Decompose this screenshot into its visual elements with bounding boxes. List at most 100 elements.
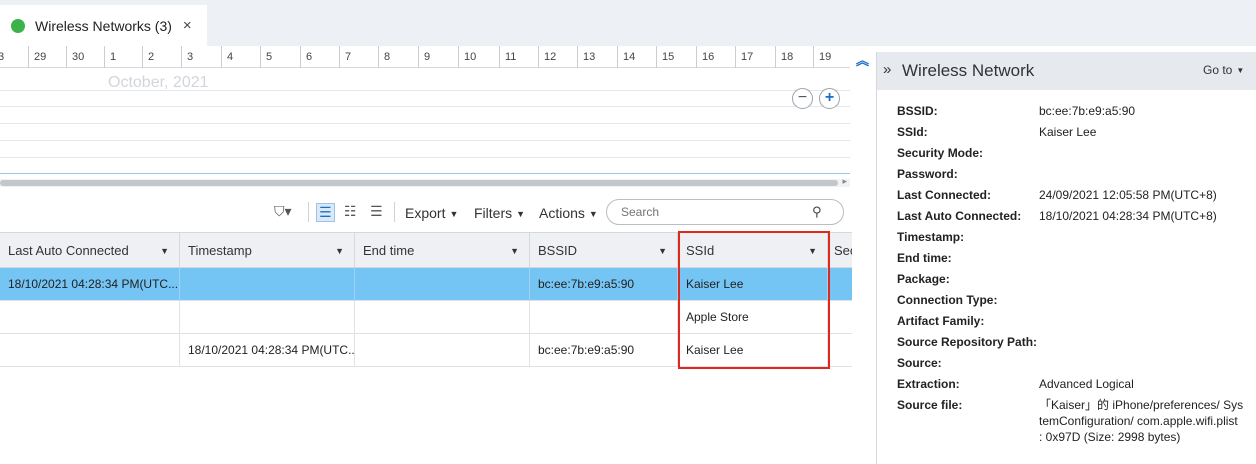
timeline-day-tick: 18 (775, 46, 793, 68)
property-label: Password: (897, 167, 958, 181)
caret-down-icon: ▼ (516, 209, 526, 220)
grid-toolbar: ⛉▾ ☰ ☷ ☰ Export▼ Filters▼ Actions▼ ⚲ (0, 196, 850, 230)
property-value (1039, 353, 1244, 374)
cell-ssid: Kaiser Lee (678, 268, 828, 301)
property-row: Source: (877, 353, 1256, 374)
property-row: End time: (877, 248, 1256, 269)
column-menu-icon[interactable]: ▼ (808, 233, 817, 269)
property-row: Artifact Family: (877, 311, 1256, 332)
property-row: Package: (877, 269, 1256, 290)
toolbar-separator (308, 202, 309, 222)
close-icon[interactable]: × (183, 17, 192, 34)
timeline-day-tick: 1 (104, 46, 116, 68)
timeline-divider (0, 173, 850, 174)
export-label: Export (405, 205, 446, 221)
checklist-icon[interactable]: ☷ (344, 203, 357, 220)
zoom-in-button[interactable]: + (819, 88, 840, 109)
column-header-security[interactable]: Sec (828, 233, 852, 269)
timeline-day-tick: 19 (813, 46, 831, 68)
column-header-label: End time (363, 243, 415, 258)
column-header-ssid[interactable]: SSId ▼ (678, 233, 828, 269)
app-window: Wireless Networks (3) × 3 29 30 1 2 3 4 5 6 7 8 9 10… (0, 0, 1256, 464)
scroll-right-icon[interactable]: ▸ (842, 176, 847, 187)
collapse-up-icon[interactable]: ︽ (856, 50, 869, 69)
search-input[interactable] (606, 199, 844, 225)
property-label: Source: (897, 356, 942, 370)
timeline-gridline (0, 106, 850, 107)
tab-wireless-networks[interactable]: Wireless Networks (3) × (0, 5, 207, 46)
property-label: Security Mode: (897, 146, 984, 160)
column-header-timestamp[interactable]: Timestamp ▼ (180, 233, 355, 269)
timeline-gridline (0, 140, 850, 141)
timeline[interactable]: 3 29 30 1 2 3 4 5 6 7 8 9 10 11 12 13 14 15 16 17 18 19 Octob… (0, 46, 850, 194)
scrollbar-thumb[interactable] (0, 180, 838, 186)
column-header-bssid[interactable]: BSSID ▼ (530, 233, 678, 269)
property-value: 18/10/2021 04:28:34 PM(UTC+8) (1039, 209, 1217, 223)
tab-label: Wireless Networks (3) (35, 17, 172, 34)
cell-bssid (530, 301, 678, 334)
column-menu-icon[interactable]: ▼ (658, 233, 667, 269)
timeline-day-tick: 9 (418, 46, 430, 68)
table-row[interactable]: Apple Store (0, 301, 852, 334)
table-row[interactable]: 18/10/2021 04:28:34 PM(UTC... bc:ee:7b:e… (0, 334, 852, 367)
column-menu-icon[interactable]: ▼ (160, 233, 169, 269)
zoom-out-button[interactable]: − (792, 88, 813, 109)
table-row[interactable]: 18/10/2021 04:28:34 PM(UTC... bc:ee:7b:e… (0, 268, 852, 301)
panel-header: » Wireless Network Go to ▼ (877, 52, 1256, 90)
goto-menu[interactable]: Go to ▼ (1203, 63, 1244, 77)
property-label: End time: (897, 251, 952, 265)
cell-last-auto-connected (0, 334, 180, 367)
list-view-icon[interactable]: ☰ (316, 203, 335, 222)
column-header-label: Sec (834, 243, 852, 258)
caret-down-icon: ▼ (1236, 66, 1245, 76)
timeline-gridline (0, 90, 850, 91)
actions-label: Actions (539, 205, 585, 221)
cell-timestamp (180, 268, 355, 301)
timeline-day-tick: 15 (656, 46, 674, 68)
cell-ssid: Apple Store (678, 301, 828, 334)
wireless-networks-table: Last Auto Connected ▼ Timestamp ▼ End time… (0, 232, 852, 372)
export-menu[interactable]: Export ▼ (405, 205, 458, 221)
property-label: Extraction: (897, 377, 960, 391)
property-value: Kaiser Lee (1039, 125, 1097, 139)
timeline-day-tick: 17 (735, 46, 753, 68)
property-list: BSSID: bc:ee:7b:e9:a5:90 SSId: Kaiser Lee Se… (877, 101, 1256, 445)
property-row: SSId: Kaiser Lee (877, 122, 1256, 143)
property-value (1039, 164, 1244, 185)
filters-menu[interactable]: Filters ▼ (474, 205, 525, 221)
column-menu-icon[interactable]: ▼ (335, 233, 344, 269)
timeline-day-tick: 4 (221, 46, 233, 68)
tag-icon[interactable]: ⛉▾ (274, 203, 292, 220)
actions-menu[interactable]: Actions ▼ (539, 205, 598, 221)
goto-label: Go to (1203, 63, 1233, 77)
timeline-day-tick: 29 (28, 46, 46, 68)
property-value (1039, 227, 1244, 248)
cell-last-auto-connected (0, 301, 180, 334)
column-menu-icon[interactable]: ▼ (510, 233, 519, 269)
status-dot-icon (11, 18, 25, 33)
timeline-scrollbar[interactable]: ▸ (0, 176, 850, 187)
property-label: Source file: (897, 398, 963, 412)
property-value (1039, 143, 1244, 164)
cell-ssid: Kaiser Lee (678, 334, 828, 367)
column-header-last-auto-connected[interactable]: Last Auto Connected ▼ (0, 233, 180, 269)
cell-bssid: bc:ee:7b:e9:a5:90 (530, 268, 678, 301)
property-label: Package: (897, 272, 950, 286)
property-value (1039, 248, 1244, 269)
details-panel: » Wireless Network Go to ▼ BSSID: bc:ee:7b… (876, 52, 1256, 464)
detail-list-icon[interactable]: ☰ (370, 203, 383, 220)
property-row: Connection Type: (877, 290, 1256, 311)
property-value (1039, 269, 1244, 290)
expand-chevron-icon[interactable]: » (883, 61, 891, 78)
property-label: Connection Type: (897, 293, 998, 307)
timeline-gridline (0, 123, 850, 124)
timeline-day-tick: 5 (260, 46, 272, 68)
property-label: Last Connected: (897, 188, 992, 202)
timeline-day-tick: 10 (458, 46, 476, 68)
property-row: Timestamp: (877, 227, 1256, 248)
property-row: Source file: 「Kaiser」的 iPhone/preferences… (877, 395, 1256, 445)
property-label: SSId: (897, 125, 928, 139)
caret-down-icon: ▼ (588, 209, 598, 220)
search-icon[interactable]: ⚲ (812, 204, 822, 220)
column-header-end-time[interactable]: End time ▼ (355, 233, 530, 269)
